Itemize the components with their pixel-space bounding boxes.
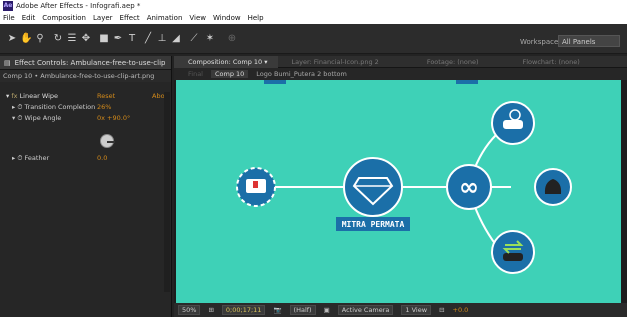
param-value[interactable]: 0.0 — [97, 154, 107, 162]
composition-panel: Composition: Comp 10 ▾ Layer: Financial-… — [174, 55, 627, 317]
hand-tool-icon[interactable]: ✋ — [20, 33, 32, 45]
timecode-field[interactable]: 0;00;17;11 — [221, 305, 266, 315]
disclosure-down-icon[interactable]: ▾ — [6, 92, 9, 100]
stopwatch-icon[interactable]: ⏱ — [17, 114, 22, 122]
composition-tab-strip: Composition: Comp 10 ▾ Layer: Financial-… — [174, 55, 627, 68]
puppet-tool-icon[interactable]: ✶ — [204, 33, 216, 45]
effect-name: Linear Wipe — [19, 92, 59, 100]
tab-layer-label: Layer: Financial-Icon.png 2 — [291, 57, 379, 66]
ambulance-cross-icon — [253, 181, 258, 188]
effect-controls-tab-label: Effect Controls: Ambulance-free-to-use-c… — [14, 58, 166, 67]
crumb-final[interactable]: Final — [188, 70, 203, 78]
crumb-comp10[interactable]: Comp 10 — [210, 70, 249, 78]
view-layout-select[interactable]: 1 View — [401, 305, 432, 315]
title-bar: Ae Adobe After Effects - Infografi.aep * — [0, 0, 627, 12]
tools-toolbar: ➤ ✋ ⚲ ↻ ☰ ✥ ■ ✒ T ╱ ⊥ ◢ ⟋ ✶ ⊕ Workspace:… — [0, 24, 627, 54]
camera-tool-icon[interactable]: ☰ — [66, 33, 78, 45]
exposure-value[interactable]: +0.0 — [453, 306, 469, 314]
menu-layer[interactable]: Layer — [93, 14, 113, 22]
pan-behind-tool-icon[interactable]: ✥ — [80, 33, 92, 45]
effect-row-linear-wipe[interactable]: ▾ fx Linear Wipe Reset Abo — [0, 92, 172, 102]
param-row-wipe-angle[interactable]: ▾ ⏱ Wipe Angle 0x +90.0° — [0, 114, 172, 124]
camera-select[interactable]: Active Camera — [337, 305, 394, 315]
selection-tool-icon[interactable]: ➤ — [6, 33, 18, 45]
snapping-icon[interactable]: ⊕ — [226, 33, 238, 45]
menu-edit[interactable]: Edit — [22, 14, 36, 22]
tab-flowchart-label: Flowchart: (none) — [522, 57, 580, 66]
snapshot-icon[interactable]: 📷 — [273, 306, 281, 314]
fx-icon: fx — [11, 92, 18, 100]
menu-help[interactable]: Help — [248, 14, 264, 22]
brush-tool-icon[interactable]: ╱ — [142, 33, 154, 45]
region-of-interest-icon[interactable]: ▣ — [324, 306, 330, 314]
param-name: Feather — [24, 154, 50, 162]
workspace-label: Workspace: — [520, 38, 561, 46]
composition-canvas: MITRA PERMATA ∞ — [236, 80, 572, 274]
menu-animation[interactable]: Animation — [147, 14, 183, 22]
menu-composition[interactable]: Composition — [42, 14, 86, 22]
text-tool-icon[interactable]: T — [126, 33, 138, 45]
effect-controls-tab[interactable]: ▤ Effect Controls: Ambulance-free-to-use… — [0, 56, 171, 70]
zoom-select[interactable]: 50% — [178, 305, 201, 315]
infinity-icon: ∞ — [459, 173, 479, 201]
param-value[interactable]: 26% — [97, 103, 111, 111]
mask-tool-icon[interactable]: ■ — [98, 33, 110, 45]
tab-flowchart[interactable]: Flowchart: (none) — [509, 56, 590, 68]
tab-composition-label: Composition: Comp 10 — [188, 57, 263, 66]
param-value[interactable]: 0x +90.0° — [97, 114, 130, 122]
menu-file[interactable]: File — [3, 14, 15, 22]
panel-scrollbar[interactable] — [164, 92, 170, 292]
effect-controls-panel: ▤ Effect Controls: Ambulance-free-to-use… — [0, 56, 172, 317]
window-title: Adobe After Effects - Infografi.aep * — [16, 2, 141, 10]
after-effects-logo-icon: Ae — [3, 1, 13, 11]
flowchart-icon[interactable]: ⊟ — [439, 306, 444, 314]
panel-menu-icon[interactable]: ▤ — [4, 59, 11, 67]
top-bar-right — [456, 80, 478, 84]
roto-brush-tool-icon[interactable]: ⟋ — [188, 33, 200, 45]
money-hand-icon — [503, 120, 523, 129]
reset-link[interactable]: Reset — [97, 92, 115, 100]
angle-dial-knob[interactable] — [100, 134, 115, 148]
exchange-hand-icon — [503, 253, 523, 261]
resolution-select[interactable]: (Half) — [289, 305, 316, 315]
menu-effect[interactable]: Effect — [120, 14, 140, 22]
tab-layer[interactable]: Layer: Financial-Icon.png 2 — [278, 56, 389, 68]
viewer-status-bar: 50% ⊞ 0;00;17;11 📷 (Half) ▣ Active Camer… — [174, 303, 627, 317]
rotate-tool-icon[interactable]: ↻ — [52, 33, 64, 45]
param-row-feather[interactable]: ▸ ⏱ Feather 0.0 — [0, 154, 172, 164]
param-name: Transition Completion — [24, 103, 96, 111]
workspace-select[interactable]: All Panels — [558, 35, 620, 47]
menu-window[interactable]: Window — [213, 14, 241, 22]
param-name: Wipe Angle — [24, 114, 62, 122]
exchange-hand-node[interactable] — [491, 230, 535, 274]
tab-footage-label: Footage: (none) — [426, 57, 479, 66]
zoom-tool-icon[interactable]: ⚲ — [34, 33, 46, 45]
comp-breadcrumb: Final Comp 10 Logo Bumi_Putera 2 bottom — [174, 68, 627, 80]
center-label: MITRA PERMATA — [342, 220, 405, 229]
menu-bar: File Edit Composition Layer Effect Anima… — [0, 12, 627, 24]
tab-composition[interactable]: Composition: Comp 10 ▾ — [174, 55, 278, 68]
menu-view[interactable]: View — [189, 14, 206, 22]
composition-viewer[interactable]: MITRA PERMATA ∞ — [176, 80, 621, 303]
crumb-logo[interactable]: Logo Bumi_Putera 2 bottom — [256, 70, 347, 78]
effect-controls-subtitle: Comp 10 • Ambulance-free-to-use-clip-art… — [0, 70, 171, 82]
param-row-transition-completion[interactable]: ▸ ⏱ Transition Completion 26% — [0, 103, 172, 113]
pen-tool-icon[interactable]: ✒ — [112, 33, 124, 45]
eraser-tool-icon[interactable]: ◢ — [170, 33, 182, 45]
clone-stamp-tool-icon[interactable]: ⊥ — [156, 33, 168, 45]
top-bar-left — [264, 80, 286, 84]
tab-footage[interactable]: Footage: (none) — [413, 56, 489, 68]
disclosure-right-icon[interactable]: ▸ — [12, 103, 15, 111]
stopwatch-icon[interactable]: ⏱ — [17, 103, 22, 111]
disclosure-right-icon[interactable]: ▸ — [12, 154, 15, 162]
diamond-node[interactable] — [343, 157, 403, 217]
stopwatch-icon[interactable]: ⏱ — [17, 154, 22, 162]
about-link[interactable]: Abo — [152, 92, 165, 100]
grid-toggle-icon[interactable]: ⊞ — [208, 306, 213, 314]
disclosure-down-icon[interactable]: ▾ — [12, 114, 15, 122]
